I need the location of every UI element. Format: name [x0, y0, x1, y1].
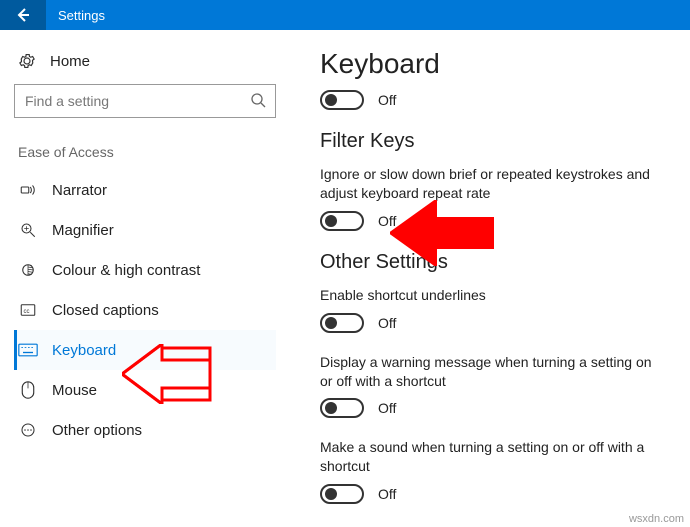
contrast-icon — [18, 261, 38, 279]
toggle-switch[interactable] — [320, 90, 364, 110]
sidebar-item-label: Closed captions — [52, 302, 159, 319]
toggle-state-label: Off — [378, 92, 396, 108]
sidebar-item-colour[interactable]: Colour & high contrast — [14, 250, 276, 290]
toggle-switch[interactable] — [320, 398, 364, 418]
sidebar-home[interactable]: Home — [14, 44, 276, 84]
setting-underlines-toggle[interactable]: Off — [320, 313, 670, 333]
main-content: Keyboard Off Filter Keys Ignore or slow … — [290, 30, 690, 527]
sidebar-item-label: Narrator — [52, 182, 107, 199]
sidebar-item-magnifier[interactable]: Magnifier — [14, 210, 276, 250]
toggle-state-label: Off — [378, 486, 396, 502]
sidebar-item-label: Colour & high contrast — [52, 262, 200, 279]
sidebar-item-label: Mouse — [52, 382, 97, 399]
narrator-icon — [18, 181, 38, 199]
sidebar-item-narrator[interactable]: Narrator — [14, 170, 276, 210]
other-icon — [18, 421, 38, 439]
page-title: Keyboard — [320, 48, 670, 80]
sidebar-group-heading: Ease of Access — [14, 144, 276, 160]
sidebar-item-other[interactable]: Other options — [14, 410, 276, 450]
home-label: Home — [50, 53, 90, 70]
search-icon — [250, 92, 266, 108]
setting-warning-toggle[interactable]: Off — [320, 398, 670, 418]
sidebar-item-label: Keyboard — [52, 342, 116, 359]
keyboard-icon — [18, 343, 38, 357]
setting-underlines-desc: Enable shortcut underlines — [320, 286, 670, 305]
setting-sound-desc: Make a sound when turning a setting on o… — [320, 438, 670, 476]
toggle-switch[interactable] — [320, 313, 364, 333]
titlebar: Settings — [0, 0, 690, 30]
sidebar-item-label: Other options — [52, 422, 142, 439]
watermark: wsxdn.com — [629, 513, 684, 525]
magnifier-icon — [18, 221, 38, 239]
app-title: Settings — [46, 8, 105, 23]
toggle-state-label: Off — [378, 400, 396, 416]
filter-keys-toggle[interactable]: Off — [320, 211, 670, 231]
keyboard-top-toggle[interactable]: Off — [320, 90, 670, 110]
sidebar-item-keyboard[interactable]: Keyboard — [14, 330, 276, 370]
mouse-icon — [18, 381, 38, 399]
sidebar-item-label: Magnifier — [52, 222, 114, 239]
setting-sound-toggle[interactable]: Off — [320, 484, 670, 504]
toggle-switch[interactable] — [320, 211, 364, 231]
sidebar-item-mouse[interactable]: Mouse — [14, 370, 276, 410]
search-input[interactable] — [14, 84, 276, 118]
filter-keys-desc: Ignore or slow down brief or repeated ke… — [320, 165, 670, 203]
toggle-state-label: Off — [378, 213, 396, 229]
toggle-state-label: Off — [378, 315, 396, 331]
sidebar: Home Ease of Access Narrator Magnifier C… — [0, 30, 290, 527]
back-arrow-icon — [15, 7, 31, 23]
setting-warning-desc: Display a warning message when turning a… — [320, 353, 670, 391]
toggle-switch[interactable] — [320, 484, 364, 504]
back-button[interactable] — [0, 0, 46, 30]
captions-icon: cc — [18, 301, 38, 319]
search-box[interactable] — [14, 84, 276, 118]
section-heading-other-settings: Other Settings — [320, 251, 670, 274]
svg-text:cc: cc — [24, 309, 30, 315]
sidebar-item-closed-captions[interactable]: cc Closed captions — [14, 290, 276, 330]
section-heading-filter-keys: Filter Keys — [320, 130, 670, 153]
gear-icon — [18, 52, 36, 70]
